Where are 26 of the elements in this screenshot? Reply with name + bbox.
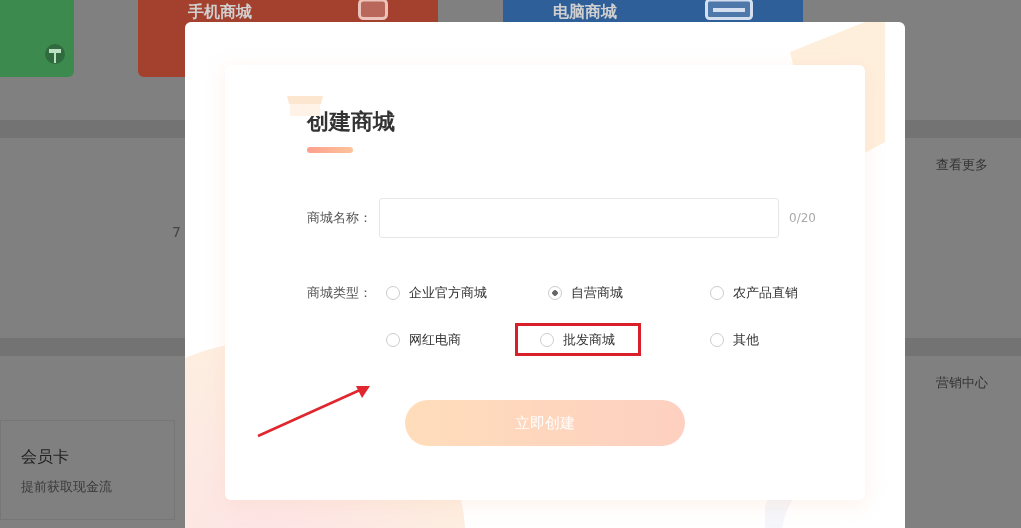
- card-title: 手机商城: [188, 1, 252, 23]
- radio-circle[interactable]: [548, 285, 562, 300]
- app-card[interactable]: [0, 0, 74, 77]
- char-counter: 0/20: [789, 211, 816, 225]
- monitor-icon: [705, 0, 753, 20]
- card-subtitle: 提前获取现金流: [21, 478, 113, 496]
- store-type-radio[interactable]: 网红电商: [375, 323, 472, 356]
- radio-circle[interactable]: [710, 285, 724, 300]
- member-card[interactable]: 会员卡 提前获取现金流: [0, 420, 175, 520]
- radio-circle[interactable]: [386, 285, 400, 300]
- radio-circle[interactable]: [710, 332, 724, 347]
- store-type-radio[interactable]: 自营商城: [537, 276, 634, 309]
- radio-circle[interactable]: [386, 332, 400, 347]
- store-type-radio[interactable]: 批发商城: [515, 323, 641, 356]
- card-title: 会员卡: [21, 447, 70, 468]
- store-type-radio[interactable]: 其他: [699, 323, 770, 356]
- field-label: 商城名称：: [307, 209, 373, 227]
- store-type-radio[interactable]: 农产品直销: [699, 276, 809, 309]
- field-label: 商城类型：: [307, 284, 373, 302]
- store-type-radio[interactable]: 企业官方商城: [375, 276, 498, 309]
- card-title: 电脑商城: [553, 1, 617, 23]
- phone-icon: [358, 0, 388, 20]
- stat-text: 7: [172, 224, 181, 242]
- store-name-input[interactable]: [379, 198, 779, 238]
- title-underline: [307, 147, 353, 153]
- radio-circle[interactable]: [540, 332, 554, 347]
